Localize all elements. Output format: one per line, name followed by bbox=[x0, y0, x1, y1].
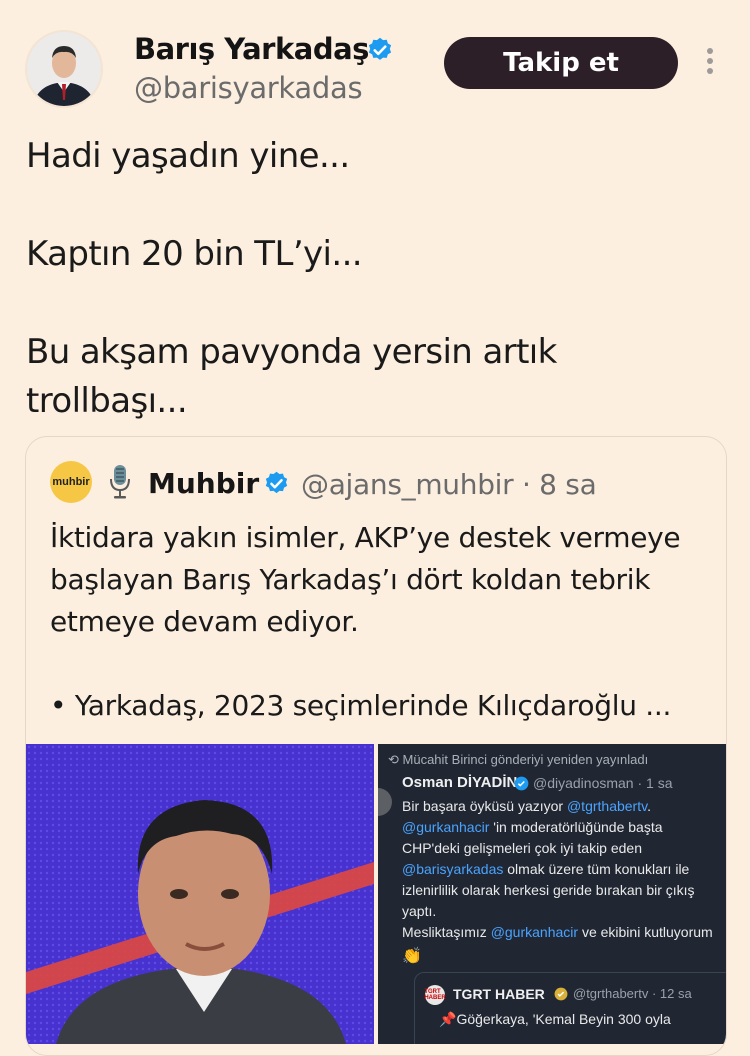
embedded-quoted-card: TGRT HABER TGRT HABER @tgrthabertv · 12 … bbox=[414, 972, 726, 1044]
quote-bullet: • Yarkadaş, 2023 seçimlerinde Kılıçdaroğ… bbox=[50, 689, 672, 722]
quote-handle-time: @ajans_muhbir · 8 sa bbox=[301, 468, 597, 501]
embedded-line: @gurkanhacir 'in moderatörlüğünde başta bbox=[402, 819, 663, 835]
verified-badge-icon bbox=[368, 37, 392, 60]
embedded-quoted-body: 📌Göğerkaya, 'Kemal Beyin 300 oyla bbox=[439, 1011, 671, 1027]
verified-badge-icon bbox=[554, 987, 568, 1001]
tweet-line: Kaptın 20 bin TL’yi... bbox=[26, 234, 363, 274]
tweet-line: Hadi yaşadın yine... bbox=[26, 136, 350, 176]
retweet-icon: ⟲ bbox=[388, 752, 403, 767]
tweet-header: Barış Yarkadaş @barisyarkadas Takip et bbox=[0, 0, 750, 120]
mention-link[interactable]: @gurkanhacir bbox=[491, 924, 578, 940]
quoted-tweet[interactable]: muhbir Muhbir @ajans_muhbir · 8 sa İktid… bbox=[25, 436, 727, 1056]
mention-link[interactable]: @barisyarkadas bbox=[402, 861, 503, 877]
embedded-line: izlenirlilik olarak herkesi geride bırak… bbox=[402, 882, 695, 898]
mention-link[interactable]: @tgrthabertv bbox=[567, 798, 647, 814]
embedded-author-name: Osman DİYADİN bbox=[402, 774, 518, 791]
more-options-icon[interactable] bbox=[702, 48, 718, 78]
embedded-line: Mesliktaşımız @gurkanhacir ve ekibini ku… bbox=[402, 924, 713, 940]
embedded-line: @barisyarkadas olmak üzere tüm konukları… bbox=[402, 861, 690, 877]
mention-link[interactable]: @gurkanhacir bbox=[402, 819, 489, 835]
retweet-line: ⟲ Mücahit Birinci gönderiyi yeniden yayı… bbox=[388, 752, 649, 767]
clap-emoji: 👏 bbox=[402, 948, 422, 965]
author-handle[interactable]: @barisyarkadas bbox=[134, 71, 363, 105]
verified-badge-icon bbox=[514, 776, 529, 791]
tweet-line: trollbaşı... bbox=[26, 381, 188, 421]
tweet-text: Hadi yaşadın yine... Kaptın 20 bin TL’yi… bbox=[26, 132, 726, 426]
media-photo[interactable] bbox=[26, 744, 374, 1044]
quote-text: İktidara yakın isimler, AKP’ye destek ve… bbox=[50, 517, 710, 727]
embedded-quoted-name: TGRT HABER bbox=[453, 986, 545, 1002]
pin-icon: 📌 bbox=[439, 1011, 457, 1027]
quote-line: İktidara yakın isimler, AKP’ye destek ve… bbox=[50, 521, 681, 554]
follow-button[interactable]: Takip et bbox=[444, 37, 678, 89]
quote-line: etmeye devam ediyor. bbox=[50, 605, 359, 638]
media-screenshot[interactable]: ⟲ Mücahit Birinci gönderiyi yeniden yayı… bbox=[378, 744, 726, 1044]
quote-author-name[interactable]: Muhbir bbox=[148, 467, 259, 500]
embedded-line: CHP'deki gelişmeleri çok iyi takip eden bbox=[402, 840, 642, 856]
verified-badge-icon bbox=[265, 471, 288, 494]
embedded-quoted-handle: @tgrthabertv · 12 sa bbox=[573, 986, 692, 1001]
quote-author-avatar[interactable]: muhbir bbox=[50, 461, 92, 503]
tweet-line: Bu akşam pavyonda yersin artık bbox=[26, 332, 557, 372]
embedded-line: Bir başara öyküsü yazıyor @tgrthabertv. bbox=[402, 798, 651, 814]
author-avatar[interactable] bbox=[25, 30, 103, 108]
embedded-line: yaptı. bbox=[402, 903, 437, 919]
embedded-handle-time: @diyadinosman · 1 sa bbox=[533, 775, 673, 791]
author-name[interactable]: Barış Yarkadaş bbox=[134, 32, 369, 66]
tgrt-logo: TGRT HABER bbox=[424, 985, 446, 1005]
embedded-avatar bbox=[378, 788, 392, 816]
quote-line: başlayan Barış Yarkadaş’ı dört koldan te… bbox=[50, 563, 651, 596]
microphone-icon bbox=[110, 465, 130, 499]
embedded-tweet-body: Bir başara öyküsü yazıyor @tgrthabertv. @… bbox=[402, 796, 726, 943]
